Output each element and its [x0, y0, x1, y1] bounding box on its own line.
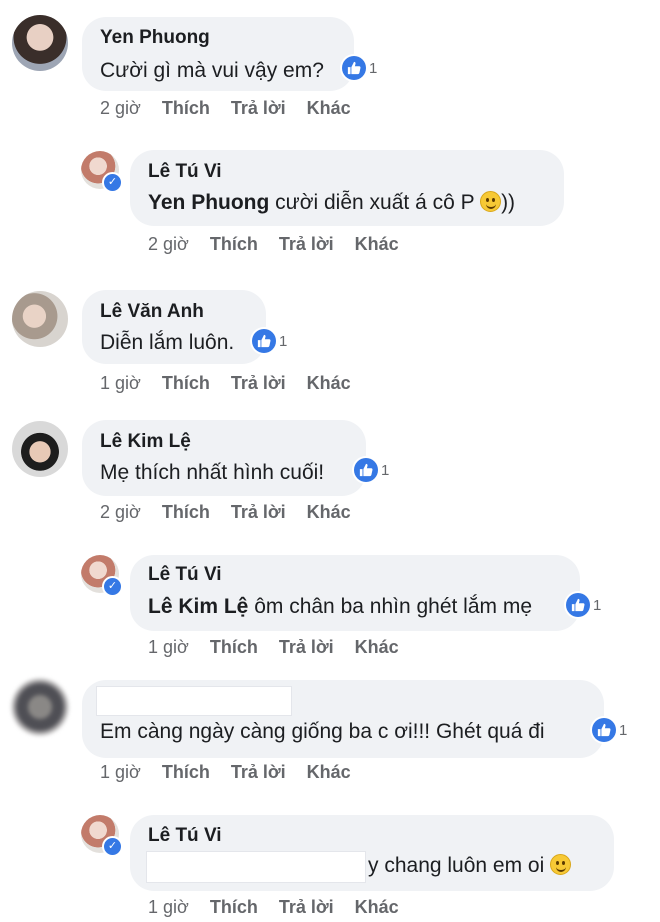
like-action[interactable]: Thích [210, 897, 258, 918]
timestamp[interactable]: 2 giờ [100, 98, 141, 119]
like-action[interactable]: Thích [162, 373, 210, 394]
like-action[interactable]: Thích [162, 98, 210, 119]
reply-action[interactable]: Trả lời [279, 637, 334, 658]
reply-action[interactable]: Trả lời [231, 502, 286, 523]
reaction-badge[interactable]: 1 [340, 54, 382, 82]
timestamp[interactable]: 1 giờ [148, 897, 189, 918]
comment-text: Lê Kim Lệ ôm chân ba nhìn ghét lắm mẹ [148, 595, 532, 619]
avatar[interactable] [12, 15, 68, 71]
like-action[interactable]: Thích [210, 637, 258, 658]
reaction-badge[interactable]: 1 [352, 456, 394, 484]
timestamp[interactable]: 1 giờ [100, 762, 141, 783]
thumbs-up-icon [592, 718, 616, 742]
thumbs-up-icon [252, 329, 276, 353]
comment-author[interactable]: Lê Tú Vi [148, 564, 222, 586]
comment-author[interactable]: Lê Tú Vi [148, 161, 222, 183]
avatar[interactable] [12, 679, 68, 735]
reaction-badge[interactable]: 1 [564, 591, 606, 619]
check-icon: ✓ [102, 576, 123, 597]
timestamp[interactable]: 1 giờ [100, 373, 141, 394]
more-action[interactable]: Khác [307, 373, 351, 394]
redacted-name [96, 686, 292, 716]
check-icon: ✓ [102, 172, 123, 193]
avatar[interactable] [12, 291, 68, 347]
comment-text: Yen Phuong cười diễn xuất á cô P )) [148, 191, 515, 215]
comment-actions: 1 giờ Thích Trả lời Khác [100, 373, 372, 394]
reaction-badge[interactable]: 1 [590, 716, 632, 744]
reply-action[interactable]: Trả lời [231, 762, 286, 783]
comment-author[interactable]: Lê Văn Anh [100, 301, 204, 323]
more-action[interactable]: Khác [307, 502, 351, 523]
more-action[interactable]: Khác [355, 637, 399, 658]
comment-actions: 1 giờ Thích Trả lời Khác [148, 897, 420, 918]
comment-text: y chang luôn em oi [368, 854, 572, 878]
comment-text: Diễn lắm luôn. [100, 331, 235, 354]
like-action[interactable]: Thích [162, 762, 210, 783]
avatar[interactable] [12, 421, 68, 477]
comment-body: ôm chân ba nhìn ghét lắm mẹ [248, 595, 533, 618]
timestamp[interactable]: 2 giờ [148, 234, 189, 255]
mention-link[interactable]: Lê Kim Lệ [148, 595, 248, 618]
like-count: 1 [279, 332, 288, 350]
more-action[interactable]: Khác [307, 762, 351, 783]
comment-text: Cười gì mà vui vậy em? [100, 59, 324, 82]
more-action[interactable]: Khác [355, 897, 399, 918]
reply-action[interactable]: Trả lời [231, 98, 286, 119]
comment-author[interactable]: Yen Phuong [100, 27, 210, 49]
comment-text: Mẹ thích nhất hình cuối! [100, 461, 325, 484]
reply-action[interactable]: Trả lời [231, 373, 286, 394]
comment-author[interactable]: Lê Kim Lệ [100, 431, 191, 453]
comment-author[interactable]: Lê Tú Vi [148, 825, 222, 847]
comment-actions: 2 giờ Thích Trả lời Khác [100, 98, 372, 119]
smiley-icon [550, 854, 572, 875]
reaction-badge[interactable]: 1 [250, 327, 292, 355]
more-action[interactable]: Khác [307, 98, 351, 119]
smiley-icon [480, 191, 502, 212]
thumbs-up-icon [354, 458, 378, 482]
timestamp[interactable]: 1 giờ [148, 637, 189, 658]
comment-actions: 2 giờ Thích Trả lời Khác [100, 502, 372, 523]
like-count: 1 [593, 596, 602, 614]
comment-body: cười diễn xuất á cô P [269, 191, 481, 214]
like-action[interactable]: Thích [162, 502, 210, 523]
reply-action[interactable]: Trả lời [279, 897, 334, 918]
check-icon: ✓ [102, 836, 123, 857]
like-count: 1 [369, 59, 378, 77]
thumbs-up-icon [342, 56, 366, 80]
thumbs-up-icon [566, 593, 590, 617]
comment-body: y chang luôn em oi [368, 854, 551, 877]
redacted-mention [146, 851, 366, 883]
comment-actions: 1 giờ Thích Trả lời Khác [100, 762, 372, 783]
comment-actions: 1 giờ Thích Trả lời Khác [148, 637, 420, 658]
like-count: 1 [381, 461, 390, 479]
more-action[interactable]: Khác [355, 234, 399, 255]
comment-suffix: )) [501, 191, 516, 214]
comment-text: Em càng ngày càng giống ba c ơi!!! Ghét … [100, 720, 545, 743]
comment-actions: 2 giờ Thích Trả lời Khác [148, 234, 420, 255]
reply-action[interactable]: Trả lời [279, 234, 334, 255]
mention-link[interactable]: Yen Phuong [148, 191, 269, 214]
timestamp[interactable]: 2 giờ [100, 502, 141, 523]
like-count: 1 [619, 721, 628, 739]
like-action[interactable]: Thích [210, 234, 258, 255]
